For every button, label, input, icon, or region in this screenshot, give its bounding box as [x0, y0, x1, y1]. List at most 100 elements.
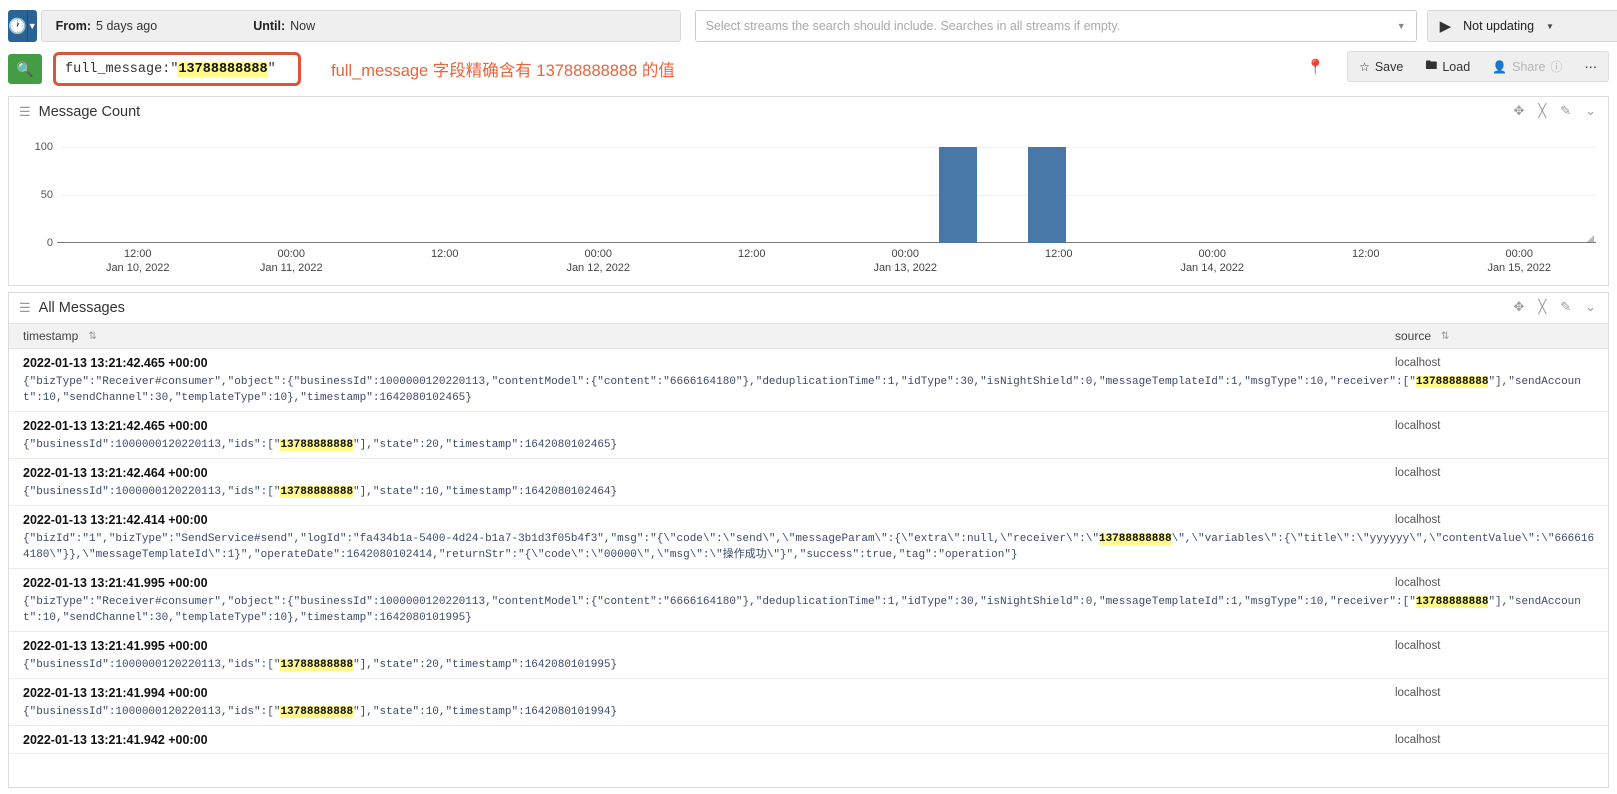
- message-body-post: "],"state":20,"timestamp":1642080102465}: [353, 439, 618, 451]
- table-row[interactable]: 2022-01-13 13:21:41.942 +00:00 localhost: [9, 726, 1608, 754]
- move-icon[interactable]: ✥: [1513, 103, 1524, 119]
- y-axis-tick-label: 100: [34, 140, 53, 153]
- until-label: Until:: [253, 19, 286, 33]
- from-value: 5 days ago: [96, 19, 158, 33]
- message-count-widget: ☰ Message Count ✥ ╳ ✎ ⌄ 0 50 100 12:00 Jan 1…: [8, 96, 1609, 286]
- source-header-label: source: [1395, 329, 1432, 343]
- message-body-highlight: 13788888888: [280, 706, 354, 718]
- folder-icon: 🖿: [1425, 58, 1438, 72]
- column-header-timestamp[interactable]: timestamp ⇅: [9, 329, 97, 343]
- message-body-highlight: 13788888888: [1415, 596, 1489, 608]
- chevron-down-icon: ▼: [1396, 21, 1406, 31]
- all-messages-widget-title: All Messages: [38, 300, 125, 316]
- table-row[interactable]: 2022-01-13 13:21:42.464 +00:00 localhost {…: [9, 459, 1608, 506]
- question-circle-icon[interactable]: ⓘ: [1550, 58, 1562, 75]
- x-tick-date: Jan 11, 2022: [259, 262, 323, 274]
- message-body-highlight: 13788888888: [280, 486, 354, 498]
- x-axis-tick-label: 12:00: [431, 243, 459, 261]
- table-row[interactable]: 2022-01-13 13:21:41.995 +00:00 localhost {…: [9, 632, 1608, 679]
- message-timestamp: 2022-01-13 13:21:42.465 +00:00: [23, 356, 208, 370]
- message-body: {"bizType":"Receiver#consumer","object":…: [9, 591, 1608, 626]
- x-tick-time: 00:00: [584, 248, 613, 260]
- table-row[interactable]: 2022-01-13 13:21:42.414 +00:00 localhost {…: [9, 506, 1608, 569]
- user-share-icon: 👤: [1492, 59, 1508, 74]
- x-tick-time: 12:00: [123, 248, 152, 260]
- x-axis-tick-label: 12:00: [738, 243, 766, 261]
- more-actions-button[interactable]: ⋯: [1574, 59, 1609, 74]
- message-body-post: "],"state":20,"timestamp":1642080101995}: [353, 659, 618, 671]
- widget-resize-handle[interactable]: [1587, 235, 1594, 242]
- timestamp-header-label: timestamp: [23, 329, 79, 343]
- sort-icon[interactable]: ⇅: [1441, 331, 1449, 342]
- x-tick-time: 12:00: [430, 248, 459, 260]
- table-row[interactable]: 2022-01-13 13:21:42.465 +00:00 localhost {…: [9, 349, 1608, 412]
- chart-bar[interactable]: [939, 146, 977, 243]
- fullscreen-icon[interactable]: ╳: [1538, 103, 1546, 119]
- save-button[interactable]: ☆ Save: [1348, 60, 1414, 74]
- message-source: localhost: [1395, 734, 1441, 746]
- x-tick-date: Jan 13, 2022: [873, 262, 938, 274]
- chevron-down-icon[interactable]: ⌄: [1585, 299, 1596, 315]
- refresh-control[interactable]: ▶ Not updating ▼: [1426, 10, 1617, 42]
- x-axis-tick-label: 12:00: [1352, 243, 1380, 261]
- message-source: localhost: [1395, 640, 1441, 652]
- share-button[interactable]: 👤 Share ⓘ: [1481, 58, 1573, 75]
- message-body: {"bizId":"1","bizType":"SendService#send…: [9, 528, 1608, 563]
- x-tick-date: Jan 12, 2022: [566, 262, 631, 274]
- messages-table-header: timestamp ⇅ source ⇅: [9, 323, 1608, 349]
- search-icon[interactable]: 🔍: [8, 54, 42, 84]
- time-range-display[interactable]: From: 5 days ago Until: Now: [40, 10, 681, 42]
- sort-icon[interactable]: ⇅: [88, 331, 96, 342]
- message-timestamp: 2022-01-13 13:21:42.414 +00:00: [23, 513, 208, 527]
- time-range-type-button[interactable]: 🕐: [8, 10, 27, 42]
- drag-handle-icon[interactable]: ☰: [19, 300, 31, 316]
- chevron-down-icon[interactable]: ⌄: [1585, 103, 1596, 119]
- x-axis-tick-label: 12:00: [1045, 243, 1073, 261]
- search-query-input[interactable]: full_message: " 13788888888 ": [53, 52, 301, 86]
- x-axis-tick-label: 00:00 Jan 13, 2022: [873, 243, 937, 275]
- time-range-dropdown-toggle[interactable]: ▼: [26, 10, 37, 42]
- column-header-source[interactable]: source ⇅: [1395, 329, 1449, 343]
- message-body-post: "],"state":10,"timestamp":1642080102464}: [353, 486, 618, 498]
- caret-down-icon[interactable]: ▼: [1546, 22, 1554, 31]
- message-count-chart: 0 50 100 12:00 Jan 10, 2022 00:00 Jan 11, 2022…: [9, 129, 1608, 281]
- x-axis-tick-label: 12:00 Jan 10, 2022: [106, 243, 170, 275]
- x-tick-time: 12:00: [1044, 248, 1073, 260]
- refresh-status-label: Not updating: [1463, 19, 1535, 33]
- table-row[interactable]: 2022-01-13 13:21:42.465 +00:00 localhost {…: [9, 412, 1608, 459]
- edit-icon[interactable]: ✎: [1560, 103, 1571, 119]
- query-actions: 📍 ☆ Save 🖿 Load 👤 Share ⓘ ⋯: [1306, 51, 1609, 82]
- message-timestamp: 2022-01-13 13:21:41.995 +00:00: [23, 639, 208, 653]
- message-source: localhost: [1395, 467, 1441, 479]
- message-source: localhost: [1395, 514, 1441, 526]
- chart-bar[interactable]: [1028, 146, 1066, 243]
- drag-handle-icon[interactable]: ☰: [19, 104, 31, 120]
- message-body-pre: {"businessId":1000000120220113,"ids":[": [23, 659, 281, 671]
- stream-selector-placeholder: Select streams the search should include…: [705, 19, 1121, 33]
- fullscreen-icon[interactable]: ╳: [1538, 299, 1546, 315]
- play-icon[interactable]: ▶: [1440, 19, 1452, 34]
- chart-plot-area: 0 50 100 12:00 Jan 10, 2022 00:00 Jan 11, 2022…: [35, 137, 1596, 274]
- y-axis-tick-label: 50: [40, 188, 53, 201]
- x-tick-time: 00:00: [277, 248, 306, 260]
- stream-selector[interactable]: Select streams the search should include…: [694, 10, 1417, 42]
- save-label: Save: [1374, 59, 1404, 74]
- annotation-text: full_message 字段精确含有 13788888888 的值: [331, 62, 675, 80]
- table-row[interactable]: 2022-01-13 13:21:41.994 +00:00 localhost {…: [9, 679, 1608, 726]
- time-range-from: From: 5 days ago: [42, 19, 158, 33]
- x-tick-date: Jan 14, 2022: [1180, 262, 1245, 274]
- load-button[interactable]: 🖿 Load: [1414, 56, 1481, 77]
- message-body: {"businessId":1000000120220113,"ids":["1…: [9, 654, 1608, 673]
- move-icon[interactable]: ✥: [1513, 299, 1524, 315]
- message-body: {"businessId":1000000120220113,"ids":["1…: [9, 701, 1608, 720]
- edit-icon[interactable]: ✎: [1560, 299, 1571, 315]
- message-body-pre: {"businessId":1000000120220113,"ids":[": [23, 486, 281, 498]
- message-count-widget-tools: ✥ ╳ ✎ ⌄: [1513, 103, 1596, 119]
- star-icon: ☆: [1359, 59, 1370, 74]
- message-body-highlight: 13788888888: [280, 439, 354, 451]
- message-timestamp: 2022-01-13 13:21:41.942 +00:00: [23, 733, 208, 747]
- chart-gridline: [61, 146, 1596, 148]
- message-timestamp: 2022-01-13 13:21:41.995 +00:00: [23, 576, 208, 590]
- pin-icon[interactable]: 📍: [1306, 58, 1325, 76]
- table-row[interactable]: 2022-01-13 13:21:41.995 +00:00 localhost {…: [9, 569, 1608, 632]
